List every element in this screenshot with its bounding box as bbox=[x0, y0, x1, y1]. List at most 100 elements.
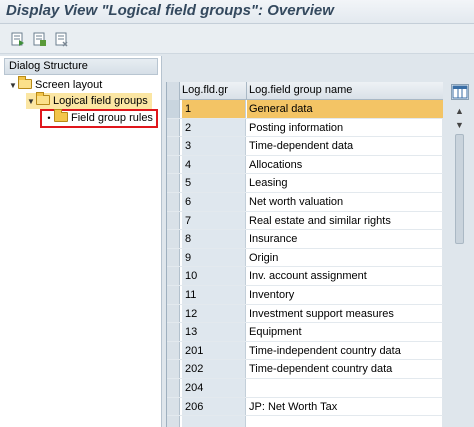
row-selector[interactable] bbox=[167, 193, 180, 211]
column-settings-icon[interactable] bbox=[451, 84, 469, 100]
tree-item-label: Screen layout bbox=[35, 79, 103, 91]
row-selector[interactable] bbox=[167, 211, 180, 230]
cell-log-fld-gr[interactable]: 10 bbox=[182, 267, 246, 285]
cell-group-name[interactable]: Equipment bbox=[247, 323, 443, 341]
previous-entry-icon[interactable] bbox=[32, 31, 48, 47]
table-row[interactable]: 9 Origin bbox=[167, 248, 443, 268]
next-entry-icon[interactable] bbox=[54, 31, 70, 47]
table-row[interactable]: 6 Net worth valuation bbox=[167, 193, 443, 212]
cell-group-name[interactable]: Time-independent country data bbox=[247, 342, 443, 360]
tree-item-label: Field group rules bbox=[71, 112, 153, 124]
row-selector[interactable] bbox=[167, 323, 180, 341]
folder-open-icon bbox=[18, 76, 32, 89]
cell-log-fld-gr[interactable]: 1 bbox=[182, 100, 246, 118]
row-selector[interactable] bbox=[167, 248, 180, 267]
cell-group-name[interactable]: General data bbox=[247, 100, 443, 118]
column-header-group-name[interactable]: Log.field group name bbox=[249, 84, 352, 96]
scroll-down-icon[interactable]: ▼ bbox=[455, 120, 464, 130]
row-selector[interactable] bbox=[167, 360, 180, 378]
cell-log-fld-gr[interactable]: 7 bbox=[182, 211, 246, 230]
table-row[interactable]: 7 Real estate and similar rights bbox=[167, 211, 443, 231]
table-row[interactable]: 1 General data bbox=[167, 100, 443, 119]
cell-group-name[interactable]: Insurance bbox=[247, 230, 443, 248]
cell-group-name[interactable]: Investment support measures bbox=[247, 305, 443, 323]
cell-log-fld-gr[interactable]: 201 bbox=[182, 341, 246, 360]
cell-log-fld-gr[interactable]: 13 bbox=[182, 323, 246, 341]
table-row[interactable]: 3 Time-dependent data bbox=[167, 137, 443, 156]
row-selector[interactable] bbox=[167, 304, 180, 323]
table-row[interactable]: 5 Leasing bbox=[167, 174, 443, 193]
row-selector[interactable] bbox=[167, 267, 180, 285]
row-selector[interactable] bbox=[167, 286, 180, 304]
cell-log-fld-gr[interactable]: 204 bbox=[182, 379, 246, 397]
row-selector[interactable] bbox=[167, 397, 180, 416]
row-selector[interactable] bbox=[167, 416, 180, 427]
title-bar: Display View "Logical field groups": Ove… bbox=[0, 0, 474, 24]
select-all-button[interactable] bbox=[167, 82, 180, 100]
table-row[interactable]: 10 Inv. account assignment bbox=[167, 267, 443, 286]
table-row[interactable]: 13 Equipment bbox=[167, 323, 443, 342]
dialog-structure-header: Dialog Structure bbox=[4, 58, 158, 75]
row-selector[interactable] bbox=[167, 137, 180, 155]
expand-arrow-icon[interactable]: ▼ bbox=[26, 94, 36, 110]
table-row[interactable]: 11 Inventory bbox=[167, 286, 443, 305]
cell-log-fld-gr[interactable]: 12 bbox=[182, 304, 246, 323]
cell-log-fld-gr[interactable]: 6 bbox=[182, 193, 246, 211]
cell-log-fld-gr[interactable]: 11 bbox=[182, 286, 246, 304]
folder-open-icon bbox=[36, 92, 50, 105]
row-selector[interactable] bbox=[167, 230, 180, 248]
table-row[interactable] bbox=[167, 416, 443, 427]
cell-group-name[interactable]: Allocations bbox=[247, 156, 443, 174]
cell-group-name[interactable]: Time-dependent country data bbox=[247, 360, 443, 378]
cell-group-name[interactable]: Leasing bbox=[247, 174, 443, 192]
cell-group-name[interactable]: Time-dependent data bbox=[247, 137, 443, 155]
cell-group-name[interactable]: JP: Net Worth Tax bbox=[247, 398, 443, 416]
cell-log-fld-gr[interactable]: 5 bbox=[182, 174, 246, 192]
cell-log-fld-gr[interactable]: 3 bbox=[182, 137, 246, 155]
table-row[interactable]: 12 Investment support measures bbox=[167, 304, 443, 324]
toolbar bbox=[0, 24, 474, 54]
cell-group-name[interactable]: Origin bbox=[247, 249, 443, 267]
cell-log-fld-gr[interactable] bbox=[182, 416, 246, 427]
folder-icon bbox=[54, 109, 68, 122]
table-row[interactable]: 206 JP: Net Worth Tax bbox=[167, 397, 443, 417]
cell-group-name[interactable]: Inventory bbox=[247, 286, 443, 304]
cell-log-fld-gr[interactable]: 202 bbox=[182, 360, 246, 378]
cell-group-name[interactable]: Inv. account assignment bbox=[247, 267, 443, 285]
table-pane: Log.fld.gr Log.field group name 1 General… bbox=[166, 82, 474, 427]
table-header: Log.fld.gr Log.field group name bbox=[167, 82, 443, 100]
column-header-log-fld-gr[interactable]: Log.fld.gr bbox=[182, 84, 228, 96]
row-selector[interactable] bbox=[167, 118, 180, 137]
cell-group-name[interactable]: Net worth valuation bbox=[247, 193, 443, 211]
table-row[interactable]: 204 bbox=[167, 379, 443, 398]
scroll-up-icon[interactable]: ▲ bbox=[455, 106, 464, 116]
row-selector[interactable] bbox=[167, 155, 180, 174]
cell-group-name[interactable]: Posting information bbox=[247, 119, 443, 137]
cell-group-name[interactable] bbox=[247, 416, 443, 427]
row-selector[interactable] bbox=[167, 174, 180, 192]
expand-arrow-icon[interactable]: ▼ bbox=[8, 78, 18, 94]
cell-log-fld-gr[interactable]: 2 bbox=[182, 118, 246, 137]
cell-group-name[interactable]: Real estate and similar rights bbox=[247, 212, 443, 230]
cell-log-fld-gr[interactable]: 206 bbox=[182, 397, 246, 416]
table-row[interactable]: 4 Allocations bbox=[167, 155, 443, 175]
scrollbar-thumb[interactable] bbox=[455, 134, 464, 244]
cell-log-fld-gr[interactable]: 8 bbox=[182, 230, 246, 248]
table-row[interactable]: 2 Posting information bbox=[167, 118, 443, 138]
row-selector[interactable] bbox=[167, 379, 180, 397]
tree-item-field-group-rules[interactable]: • Field group rules bbox=[40, 109, 158, 128]
table-row[interactable]: 8 Insurance bbox=[167, 230, 443, 249]
tree-item-logical-field-groups[interactable]: ▼ Logical field groups bbox=[26, 92, 152, 110]
vertical-scrollbar[interactable]: ▲ ▼ bbox=[449, 82, 471, 427]
cell-group-name[interactable] bbox=[247, 379, 443, 397]
table-row[interactable]: 202 Time-dependent country data bbox=[167, 360, 443, 379]
display-detail-icon[interactable] bbox=[10, 31, 26, 47]
data-table: Log.fld.gr Log.field group name 1 General… bbox=[166, 82, 443, 427]
row-selector[interactable] bbox=[167, 341, 180, 360]
row-selector[interactable] bbox=[167, 100, 180, 118]
cell-log-fld-gr[interactable]: 9 bbox=[182, 248, 246, 267]
cell-log-fld-gr[interactable]: 4 bbox=[182, 155, 246, 174]
dialog-structure-pane: Dialog Structure ▼ Screen layout ▼ Logical… bbox=[0, 56, 162, 427]
tree-item-screen-layout[interactable]: ▼ Screen layout bbox=[8, 76, 103, 94]
table-row[interactable]: 201 Time-independent country data bbox=[167, 341, 443, 361]
